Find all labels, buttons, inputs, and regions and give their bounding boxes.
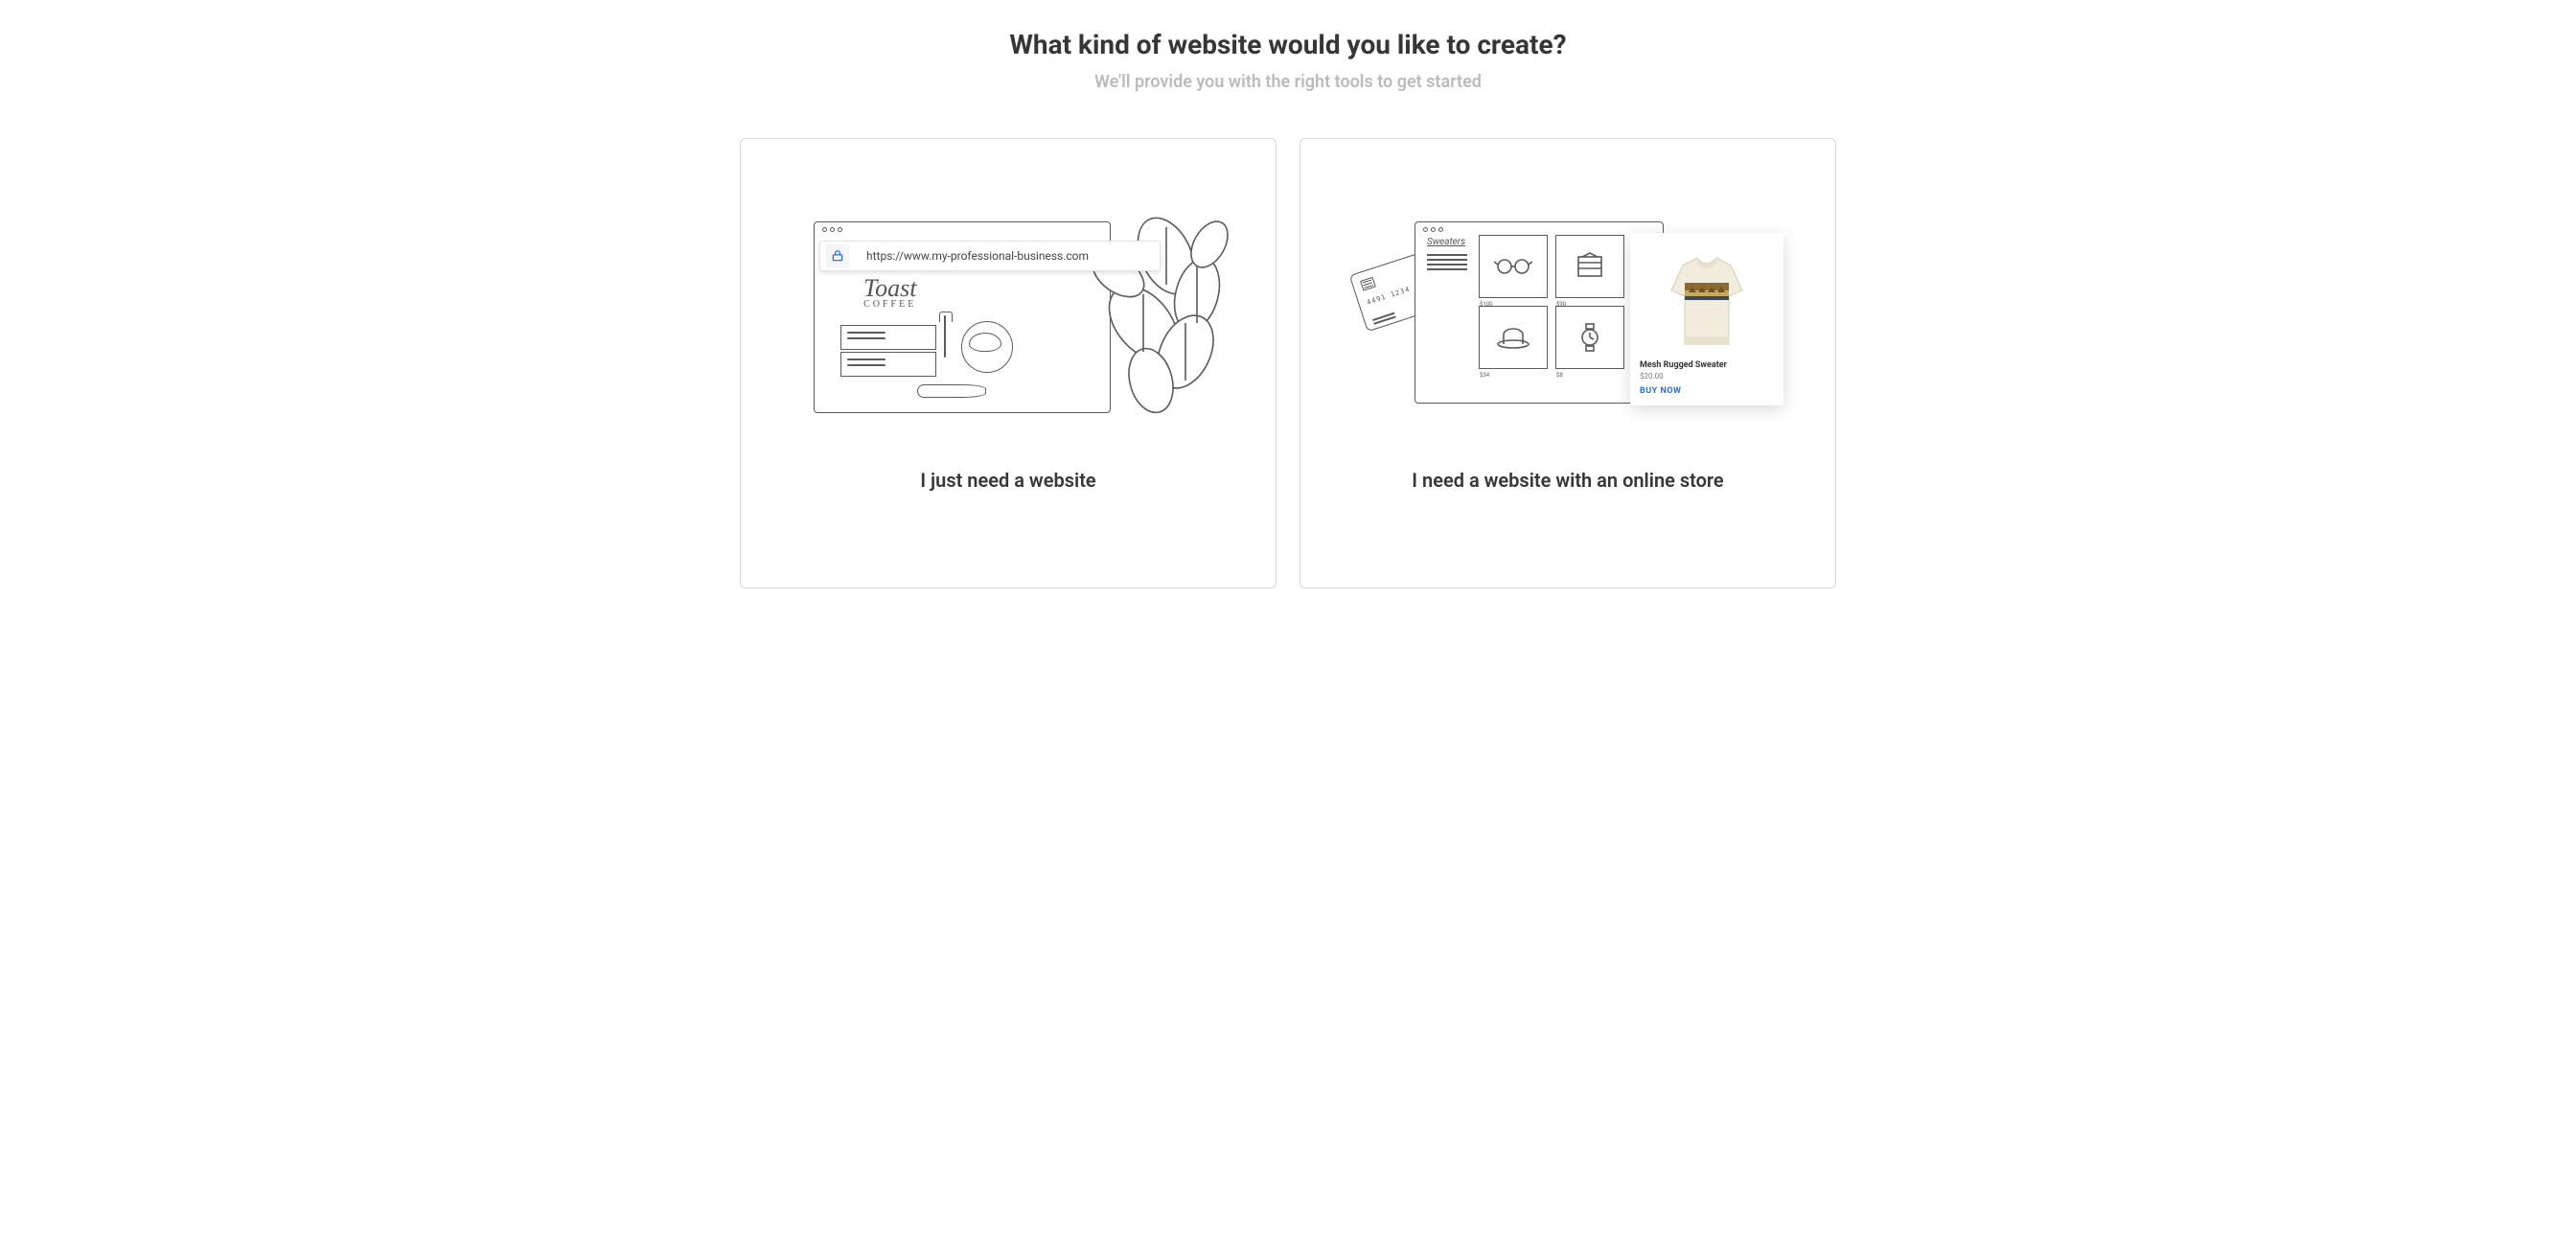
sweater-image — [1640, 243, 1774, 358]
product-tile-hat: $34 — [1479, 306, 1548, 369]
secure-lock-icon — [826, 244, 849, 267]
sample-logo-script: Toast — [863, 277, 916, 299]
sample-logo-sub: COFFEE — [863, 299, 916, 310]
plant-illustration — [1051, 198, 1243, 419]
spoon-icon — [917, 384, 986, 398]
product-tile-shirt: $90 — [1555, 235, 1624, 298]
option-cards: https://www.my-professional-business.com… — [713, 138, 1863, 589]
window-controls-icon — [1423, 227, 1443, 232]
option-card-store[interactable]: 4491 1234 Sweaters $100 — [1300, 138, 1836, 589]
croissant-icon — [969, 333, 1001, 352]
catalog-text-lines — [1427, 254, 1467, 256]
hat-icon — [1494, 323, 1532, 352]
catalog-title: Sweaters — [1427, 237, 1465, 247]
chip-icon — [1360, 277, 1376, 291]
fork-icon — [944, 315, 946, 358]
product-tile-glasses: $100 — [1479, 235, 1548, 298]
watch-icon — [1571, 323, 1609, 352]
option-label-website: I just need a website — [920, 469, 1095, 588]
product-name: Mesh Rugged Sweater — [1640, 360, 1774, 370]
cc-lines — [1372, 312, 1394, 321]
address-bar: https://www.my-professional-business.com — [819, 241, 1161, 271]
address-url: https://www.my-professional-business.com — [866, 249, 1089, 263]
illustration-store: 4491 1234 Sweaters $100 — [1300, 139, 1835, 469]
window-controls-icon — [822, 227, 842, 232]
cc-number: 4491 1234 — [1366, 286, 1411, 307]
option-label-store: I need a website with an online store — [1412, 469, 1723, 588]
glasses-icon — [1494, 252, 1532, 281]
tile-price: $34 — [1480, 372, 1489, 379]
sample-site-logo: Toast COFFEE — [863, 277, 916, 310]
option-card-website[interactable]: https://www.my-professional-business.com… — [740, 138, 1276, 589]
page-title: What kind of website would you like to c… — [713, 29, 1863, 60]
menu-card-sketch — [840, 352, 936, 377]
buy-now-label: BUY NOW — [1640, 386, 1774, 396]
featured-product-card: Mesh Rugged Sweater $20.00 BUY NOW — [1630, 233, 1783, 405]
product-tile-watch: $8 — [1555, 306, 1624, 369]
tile-price: $8 — [1556, 372, 1563, 379]
menu-card-sketch — [840, 325, 936, 350]
page-subtitle: We'll provide you with the right tools t… — [713, 72, 1863, 92]
product-price: $20.00 — [1640, 372, 1774, 381]
illustration-website: https://www.my-professional-business.com… — [741, 139, 1276, 469]
shirt-icon — [1571, 252, 1609, 281]
product-grid-sketch: $100 $90 $34 $8 — [1479, 235, 1624, 369]
